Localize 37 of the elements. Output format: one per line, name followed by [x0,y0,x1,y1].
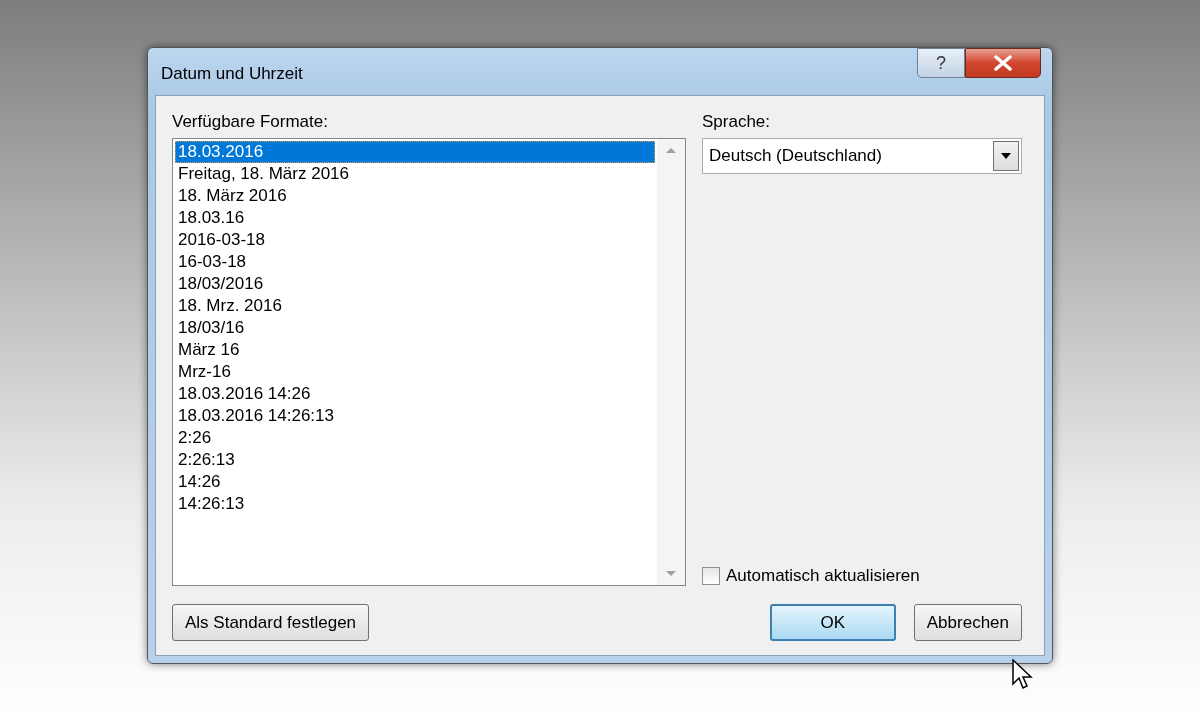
format-item[interactable]: 2016-03-18 [175,229,655,251]
scroll-down-icon[interactable] [665,570,677,577]
format-item[interactable]: 18.03.2016 14:26:13 [175,405,655,427]
format-item[interactable]: Mrz-16 [175,361,655,383]
language-dropdown[interactable]: Deutsch (Deutschland) [702,138,1022,174]
help-button[interactable]: ? [917,48,965,78]
close-button[interactable] [965,48,1041,78]
format-item[interactable]: 14:26:13 [175,493,655,515]
checkbox-label[interactable]: Automatisch aktualisieren [726,566,920,586]
format-item[interactable]: Freitag, 18. März 2016 [175,163,655,185]
format-item[interactable]: 18. Mrz. 2016 [175,295,655,317]
format-item[interactable]: 14:26 [175,471,655,493]
format-item[interactable]: März 16 [175,339,655,361]
format-item[interactable]: 18/03/16 [175,317,655,339]
format-item[interactable]: 2:26:13 [175,449,655,471]
formats-label: Verfügbare Formate: [172,112,329,132]
format-item[interactable]: 16-03-18 [175,251,655,273]
language-label: Sprache: [702,112,772,132]
formats-list[interactable]: 18.03.2016 Freitag, 18. März 2016 18. März 2016 18.03.16 2016-03-18 16-03-18 18/03/2016 18. Mrz. 2016 18/03/16 März 16 Mrz-16 18.03.2016 14:26 18.03.2016 14:26:13 2:26 2:26:13 14:26 14:26:13 [172,138,686,586]
format-item[interactable]: 18.03.16 [175,207,655,229]
dropdown-button[interactable] [993,141,1019,171]
format-item[interactable]: 2:26 [175,427,655,449]
mouse-cursor-icon [1012,659,1034,691]
format-item[interactable]: 18. März 2016 [175,185,655,207]
language-value: Deutsch (Deutschland) [709,146,882,166]
format-item[interactable]: 18.03.2016 [175,141,655,163]
window-title: Datum und Uhrzeit [160,63,303,84]
checkbox[interactable] [702,567,720,585]
close-icon [993,55,1013,71]
format-item[interactable]: 18/03/2016 [175,273,655,295]
cancel-button[interactable]: Abbrechen [913,604,1022,641]
scrollbar[interactable] [657,139,685,585]
ok-button[interactable]: OK [769,604,896,641]
caret-icon [1001,153,1011,159]
set-default-button[interactable]: Als Standard festlegen [172,604,370,641]
format-item[interactable]: 18.03.2016 14:26 [175,383,655,405]
scroll-up-icon[interactable] [665,147,677,154]
